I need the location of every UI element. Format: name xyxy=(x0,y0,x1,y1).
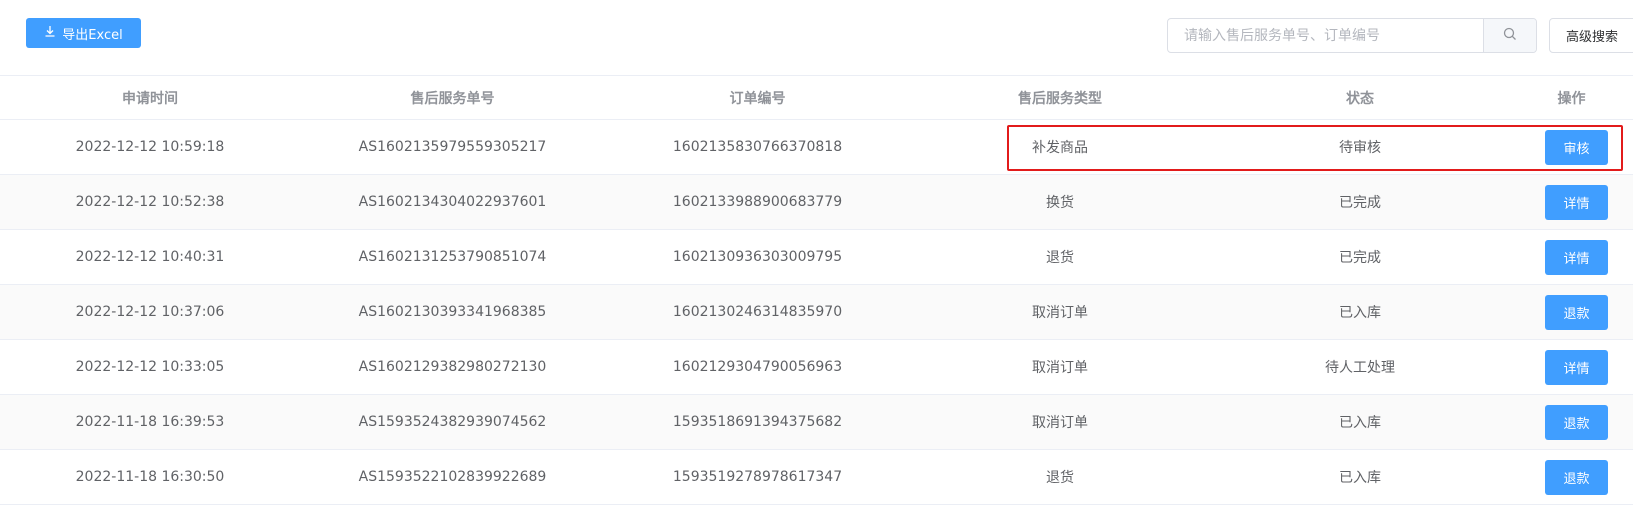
toolbar: 导出Excel 高级搜索 xyxy=(0,0,1633,72)
cell-status: 已入库 xyxy=(1339,305,1381,321)
detail-button[interactable]: 详情 xyxy=(1545,184,1608,220)
review-button[interactable]: 审核 xyxy=(1545,129,1608,165)
header-action: 操作 xyxy=(1557,90,1586,107)
cell-service-no: AS1602134304022937601 xyxy=(358,194,547,210)
cell-service-type: 取消订单 xyxy=(1032,360,1088,376)
advanced-search-button[interactable]: 高级搜索 xyxy=(1549,18,1633,53)
cell-apply-time: 2022-12-12 10:59:18 xyxy=(75,139,225,155)
cell-status: 待审核 xyxy=(1339,140,1381,156)
table-row: 2022-12-12 10:52:38 AS160213430402293760… xyxy=(0,175,1633,230)
cell-order-no: 1602133988900683779 xyxy=(672,194,843,210)
cell-service-type: 取消订单 xyxy=(1032,415,1088,431)
after-sales-table: 申请时间 售后服务单号 订单编号 售后服务类型 状态 操作 2022-12-12… xyxy=(0,75,1633,505)
header-service-type: 售后服务类型 xyxy=(1018,90,1102,107)
cell-action: 审核 xyxy=(1510,120,1633,174)
table-row: 2022-11-18 16:30:50 AS159352210283992268… xyxy=(0,450,1633,505)
cell-service-no: AS1593522102839922689 xyxy=(358,469,547,485)
export-excel-label: 导出Excel xyxy=(62,27,123,43)
cell-service-no: AS1602130393341968385 xyxy=(358,304,547,320)
cell-apply-time: 2022-11-18 16:30:50 xyxy=(75,469,225,485)
cell-service-type: 补发商品 xyxy=(1032,140,1088,156)
cell-order-no: 1602130936303009795 xyxy=(672,249,843,265)
cell-apply-time: 2022-12-12 10:52:38 xyxy=(75,194,225,210)
cell-service-type: 退货 xyxy=(1046,470,1074,486)
cell-status: 已完成 xyxy=(1339,195,1381,211)
search-icon xyxy=(1503,26,1517,45)
cell-service-no: AS1602129382980272130 xyxy=(358,359,547,375)
table-row: 2022-11-18 16:39:53 AS159352438293907456… xyxy=(0,395,1633,450)
cell-action: 详情 xyxy=(1510,230,1633,284)
refund-button[interactable]: 退款 xyxy=(1545,294,1608,330)
search-box xyxy=(1167,18,1537,53)
cell-apply-time: 2022-12-12 10:40:31 xyxy=(75,249,225,265)
download-icon xyxy=(44,25,56,41)
header-service-no: 售后服务单号 xyxy=(410,90,495,107)
cell-service-type: 换货 xyxy=(1046,195,1074,211)
table-header: 申请时间 售后服务单号 订单编号 售后服务类型 状态 操作 xyxy=(0,75,1633,120)
search-button[interactable] xyxy=(1483,19,1536,52)
refund-button[interactable]: 退款 xyxy=(1545,404,1608,440)
cell-status: 已入库 xyxy=(1339,415,1381,431)
cell-order-no: 1593519278978617347 xyxy=(672,469,843,485)
cell-order-no: 1602129304790056963 xyxy=(672,359,843,375)
cell-service-no: AS1602135979559305217 xyxy=(358,139,547,155)
refund-button[interactable]: 退款 xyxy=(1545,459,1608,495)
cell-service-no: AS1602131253790851074 xyxy=(358,249,547,265)
cell-action: 退款 xyxy=(1510,450,1633,504)
cell-order-no: 1602135830766370818 xyxy=(672,139,843,155)
cell-action: 退款 xyxy=(1510,395,1633,449)
cell-service-type: 取消订单 xyxy=(1032,305,1088,321)
cell-order-no: 1602130246314835970 xyxy=(672,304,843,320)
search-input[interactable] xyxy=(1168,19,1483,52)
cell-service-type: 退货 xyxy=(1046,250,1074,266)
header-apply-time: 申请时间 xyxy=(122,90,178,107)
header-order-no: 订单编号 xyxy=(729,90,786,107)
cell-action: 退款 xyxy=(1510,285,1633,339)
cell-action: 详情 xyxy=(1510,175,1633,229)
header-status: 状态 xyxy=(1346,90,1374,107)
cell-service-no: AS1593524382939074562 xyxy=(358,414,547,430)
cell-action: 详情 xyxy=(1510,340,1633,394)
cell-status: 已完成 xyxy=(1339,250,1381,266)
cell-status: 待人工处理 xyxy=(1325,360,1395,376)
table-row: 2022-12-12 10:59:18 AS160213597955930521… xyxy=(0,120,1633,175)
cell-status: 已入库 xyxy=(1339,470,1381,486)
table-row: 2022-12-12 10:33:05 AS160212938298027213… xyxy=(0,340,1633,395)
table-row: 2022-12-12 10:37:06 AS160213039334196838… xyxy=(0,285,1633,340)
detail-button[interactable]: 详情 xyxy=(1545,349,1608,385)
detail-button[interactable]: 详情 xyxy=(1545,239,1608,275)
cell-apply-time: 2022-12-12 10:37:06 xyxy=(75,304,225,320)
cell-order-no: 1593518691394375682 xyxy=(672,414,843,430)
cell-apply-time: 2022-12-12 10:33:05 xyxy=(75,359,225,375)
cell-apply-time: 2022-11-18 16:39:53 xyxy=(75,414,225,430)
export-excel-button[interactable]: 导出Excel xyxy=(26,18,141,48)
table-row: 2022-12-12 10:40:31 AS160213125379085107… xyxy=(0,230,1633,285)
